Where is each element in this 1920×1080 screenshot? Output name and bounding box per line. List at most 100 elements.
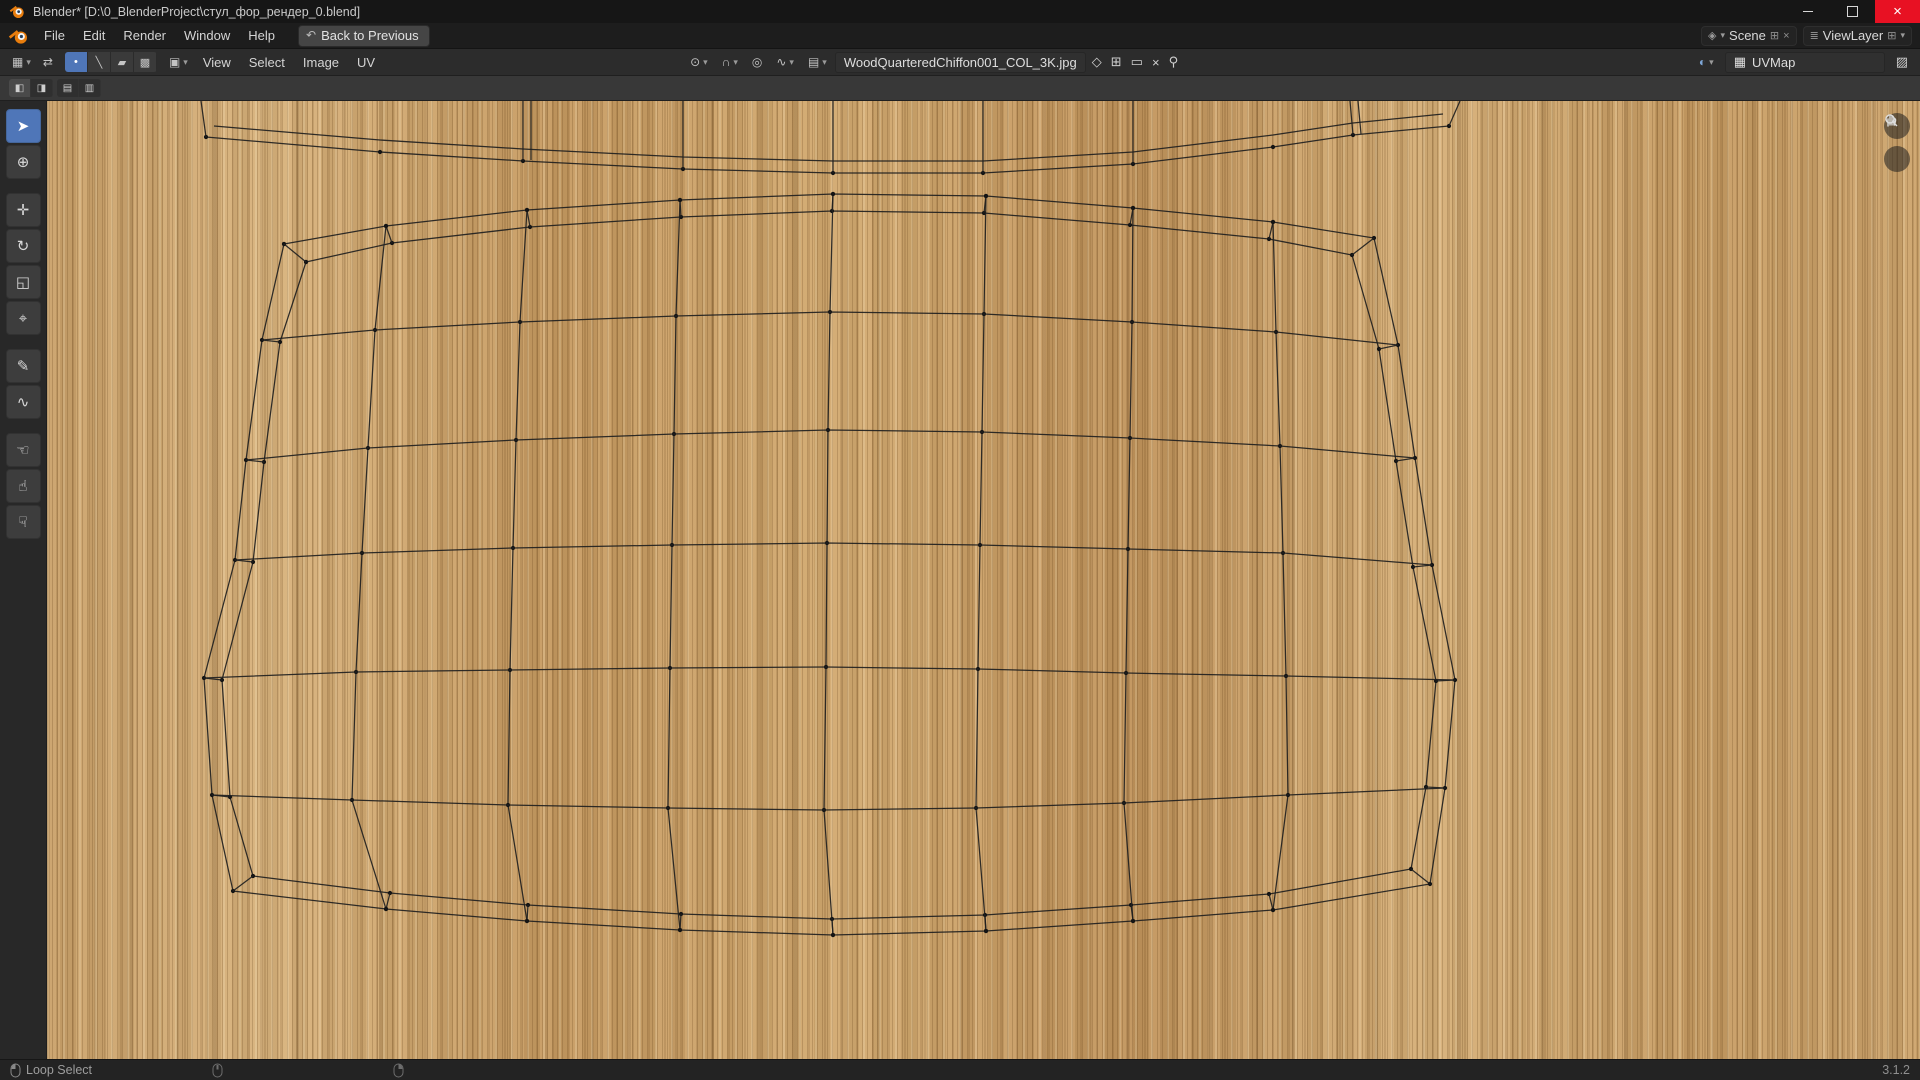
- menu-window[interactable]: Window: [175, 25, 239, 46]
- chevron-down-icon: ▾: [789, 56, 794, 67]
- view-gizmos: [1884, 113, 1910, 172]
- select-mode-vertex[interactable]: •: [64, 52, 88, 72]
- uv-editor-workspace: ➤ ⊕ ✛ ↻ ◱ ⌖ ✎ ∿ ☜ ☝ ☟: [0, 101, 1920, 1059]
- select-mode-edge[interactable]: ╲: [87, 52, 111, 72]
- topbar-right: ◈ ▾ Scene ⊞ × ≣ ViewLayer ⊞ ▾: [1701, 25, 1912, 46]
- back-arrow-icon: ↶: [306, 28, 317, 42]
- menu-help[interactable]: Help: [239, 25, 284, 46]
- proportional-falloff-dropdown[interactable]: ∿ ▾: [770, 52, 800, 72]
- uvmap-field[interactable]: ▦ UVMap: [1724, 51, 1885, 73]
- scene-icon: ◈: [1708, 30, 1717, 42]
- ts-toggle-4[interactable]: ▥: [79, 79, 101, 97]
- keymap-hint-left: Loop Select: [10, 1063, 92, 1078]
- select-mode-island[interactable]: ▩: [133, 52, 157, 72]
- viewlayer-selector[interactable]: ≣ ViewLayer ⊞ ▾: [1802, 25, 1912, 46]
- tool-settings-toggle-group-2: ▤ ▥: [57, 79, 101, 97]
- chevron-down-icon: ▾: [822, 56, 827, 67]
- pan-gizmo[interactable]: [1884, 115, 1910, 172]
- overlays-icon: ◐: [1698, 55, 1707, 69]
- menu-view[interactable]: View: [194, 52, 240, 73]
- chevron-down-icon: ▾: [183, 56, 188, 67]
- tool-scale[interactable]: ◱: [5, 265, 41, 299]
- scene-unlink-icon[interactable]: ×: [1783, 30, 1789, 42]
- blender-version: 3.1.2: [1882, 1063, 1910, 1077]
- menu-uv[interactable]: UV: [348, 52, 384, 73]
- sticky-selection-icon: ▣: [168, 55, 181, 69]
- window-titlebar: Blender* [D:\0_BlenderProject\стул_фор_р…: [0, 0, 1920, 23]
- scene-copy-icon[interactable]: ⊞: [1770, 29, 1779, 42]
- ts-toggle-2[interactable]: ◨: [31, 79, 53, 97]
- tool-annotate[interactable]: ✎: [5, 349, 41, 383]
- sticky-selection-dropdown[interactable]: ▣ ▾: [163, 52, 194, 72]
- unlink-image-icon[interactable]: ×: [1148, 52, 1164, 73]
- tool-rotate[interactable]: ↻: [5, 229, 41, 263]
- render-slot-icon[interactable]: ▨: [1890, 51, 1914, 73]
- fake-user-shield-icon[interactable]: ◇: [1088, 51, 1106, 73]
- proportional-editing-toggle[interactable]: ◎: [746, 52, 768, 72]
- ts-toggle-3[interactable]: ▤: [57, 79, 79, 97]
- new-image-icon[interactable]: ⊞: [1107, 51, 1126, 73]
- magnet-icon: ∩: [721, 55, 731, 69]
- back-to-previous-label: Back to Previous: [321, 27, 419, 43]
- snap-toggle[interactable]: ∩ ▾: [716, 52, 744, 72]
- header-center-tools: ⊙ ▾ ∩ ▾ ◎ ∿ ▾ ▤ ▾ WoodQuarteredChiffon00…: [684, 51, 1182, 73]
- uv-sync-selection-toggle[interactable]: ⇄: [37, 52, 59, 72]
- menu-select[interactable]: Select: [240, 52, 294, 73]
- maximize-button[interactable]: [1830, 0, 1875, 23]
- mouse-left-icon: [10, 1063, 21, 1077]
- topbar: File Edit Render Window Help ↶ Back to P…: [0, 23, 1920, 49]
- image-name: WoodQuarteredChiffon001_COL_3K.jpg: [843, 54, 1077, 70]
- blender-logo-icon[interactable]: [8, 28, 29, 44]
- menu-render[interactable]: Render: [114, 25, 175, 46]
- window-controls: ×: [1785, 0, 1920, 23]
- uv-canvas[interactable]: [47, 101, 1920, 1059]
- tool-smooth[interactable]: ☟: [5, 505, 41, 539]
- scene-selector[interactable]: ◈ ▾ Scene ⊞ ×: [1701, 25, 1797, 46]
- back-to-previous-button[interactable]: ↶ Back to Previous: [298, 24, 430, 47]
- uv-editor-icon: ▦: [12, 55, 24, 69]
- window-title: Blender* [D:\0_BlenderProject\стул_фор_р…: [33, 4, 361, 19]
- tool-cursor[interactable]: ⊕: [5, 145, 41, 179]
- ts-toggle-1[interactable]: ◧: [9, 79, 31, 97]
- tool-grab[interactable]: ☜: [5, 433, 41, 467]
- uvmap-icon: ▦: [1733, 54, 1746, 69]
- overlays-dropdown[interactable]: ◐ ▾: [1693, 52, 1720, 72]
- menu-file[interactable]: File: [35, 25, 74, 46]
- tool-settings-toggle-group-1: ◧ ◨: [9, 79, 53, 97]
- chevron-down-icon: ▾: [703, 56, 708, 67]
- minimize-button[interactable]: [1785, 0, 1830, 23]
- editor-type-button[interactable]: ▦ ▾: [6, 52, 37, 72]
- tool-pinch[interactable]: ☝: [5, 469, 41, 503]
- close-button[interactable]: ×: [1875, 0, 1920, 23]
- image-name-field[interactable]: WoodQuarteredChiffon001_COL_3K.jpg: [834, 51, 1086, 73]
- menu-edit[interactable]: Edit: [74, 25, 114, 46]
- tool-relax[interactable]: ∿: [5, 385, 41, 419]
- open-image-folder-icon[interactable]: ▭: [1127, 51, 1147, 73]
- hand-icon: [1887, 115, 1897, 127]
- uvmap-name: UVMap: [1752, 54, 1796, 70]
- uv-select-mode-group: • ╲ ▰ ▩: [64, 52, 157, 72]
- pin-icon[interactable]: ⚲: [1165, 51, 1183, 73]
- browse-image-dropdown[interactable]: ▤ ▾: [802, 52, 833, 72]
- viewlayer-copy-icon[interactable]: ⊞: [1887, 29, 1896, 42]
- chevron-down-icon: ▾: [26, 56, 31, 67]
- chevron-down-icon[interactable]: ▾: [1900, 30, 1905, 41]
- uv-mesh-overlay: [200, 101, 1461, 938]
- chevron-down-icon: ▾: [733, 56, 738, 67]
- image-icon: ▤: [807, 55, 820, 69]
- tool-tweak[interactable]: ➤: [5, 109, 41, 143]
- tool-column: ➤ ⊕ ✛ ↻ ◱ ⌖ ✎ ∿ ☜ ☝ ☟: [0, 101, 47, 1059]
- viewlayer-name[interactable]: ViewLayer: [1823, 28, 1883, 43]
- tool-move[interactable]: ✛: [5, 193, 41, 227]
- header-right: ◐ ▾ ▦ UVMap ▨: [1693, 51, 1914, 73]
- tool-transform[interactable]: ⌖: [5, 301, 41, 335]
- image-datablock-buttons: ◇ ⊞ ▭ × ⚲: [1088, 51, 1182, 73]
- tool-settings-bar: ◧ ◨ ▤ ▥: [0, 76, 1920, 101]
- blender-app-icon: [9, 5, 24, 18]
- viewlayer-icon: ≣: [1809, 30, 1819, 42]
- menu-image[interactable]: Image: [294, 52, 348, 73]
- select-mode-face[interactable]: ▰: [110, 52, 134, 72]
- chevron-down-icon[interactable]: ▾: [1721, 30, 1726, 41]
- scene-name[interactable]: Scene: [1729, 28, 1766, 43]
- pivot-point-dropdown[interactable]: ⊙ ▾: [684, 52, 714, 72]
